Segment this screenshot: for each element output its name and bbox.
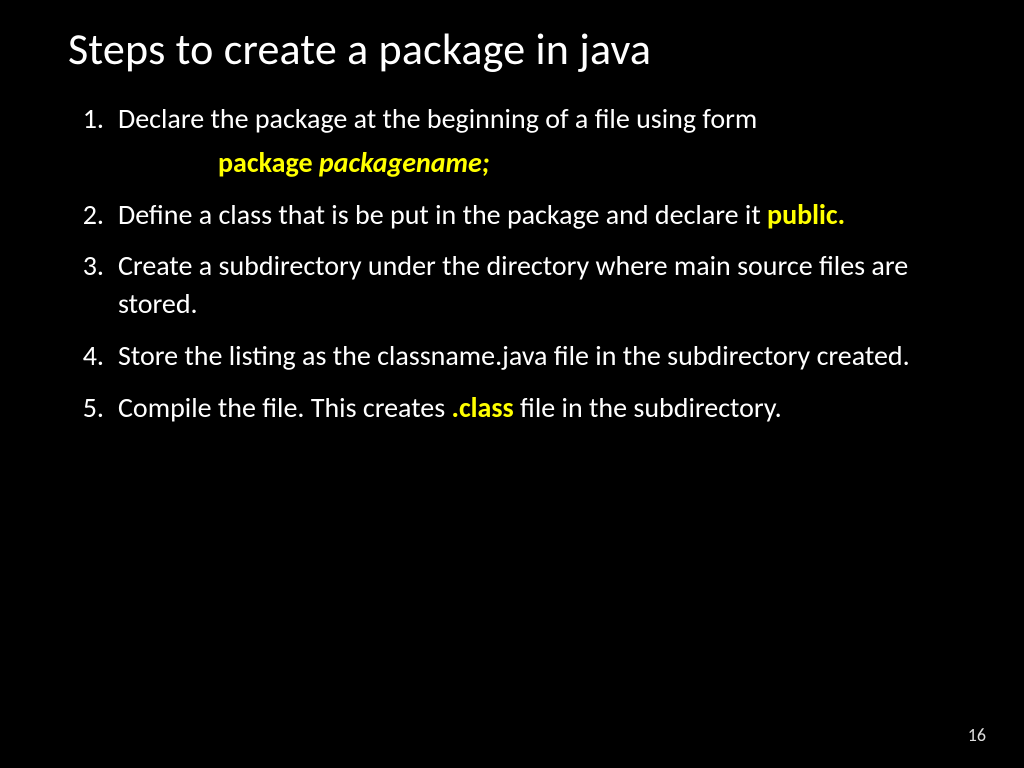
keyword-public: public. [767,197,845,232]
step-5-text-a: Compile the file. This creates [118,390,451,425]
keyword-package: package [218,145,319,180]
keyword-class-ext: .class [451,390,513,425]
step-2: Define a class that is be put in the pac… [48,196,966,234]
step-3: Create a subdirectory under the director… [48,247,966,323]
step-5: Compile the file. This creates .class fi… [48,389,966,427]
step-5-text-b: file in the subdirectory. [514,390,782,425]
page-number: 16 [968,724,986,746]
package-syntax: package packagename; [218,144,966,182]
syntax-semicolon: ; [482,145,490,180]
slide-title: Steps to create a package in java [68,22,976,76]
identifier-packagename: packagename [319,145,482,180]
step-4-text: Store the listing as the classname.java … [118,338,910,373]
steps-list: Declare the package at the beginning of … [48,100,976,427]
step-4: Store the listing as the classname.java … [48,337,966,375]
step-1: Declare the package at the beginning of … [48,100,966,182]
slide: Steps to create a package in java Declar… [0,0,1024,768]
step-3-text: Create a subdirectory under the director… [118,248,908,321]
step-1-text: Declare the package at the beginning of … [118,101,757,136]
step-2-text-a: Define a class that is be put in the pac… [118,197,767,232]
